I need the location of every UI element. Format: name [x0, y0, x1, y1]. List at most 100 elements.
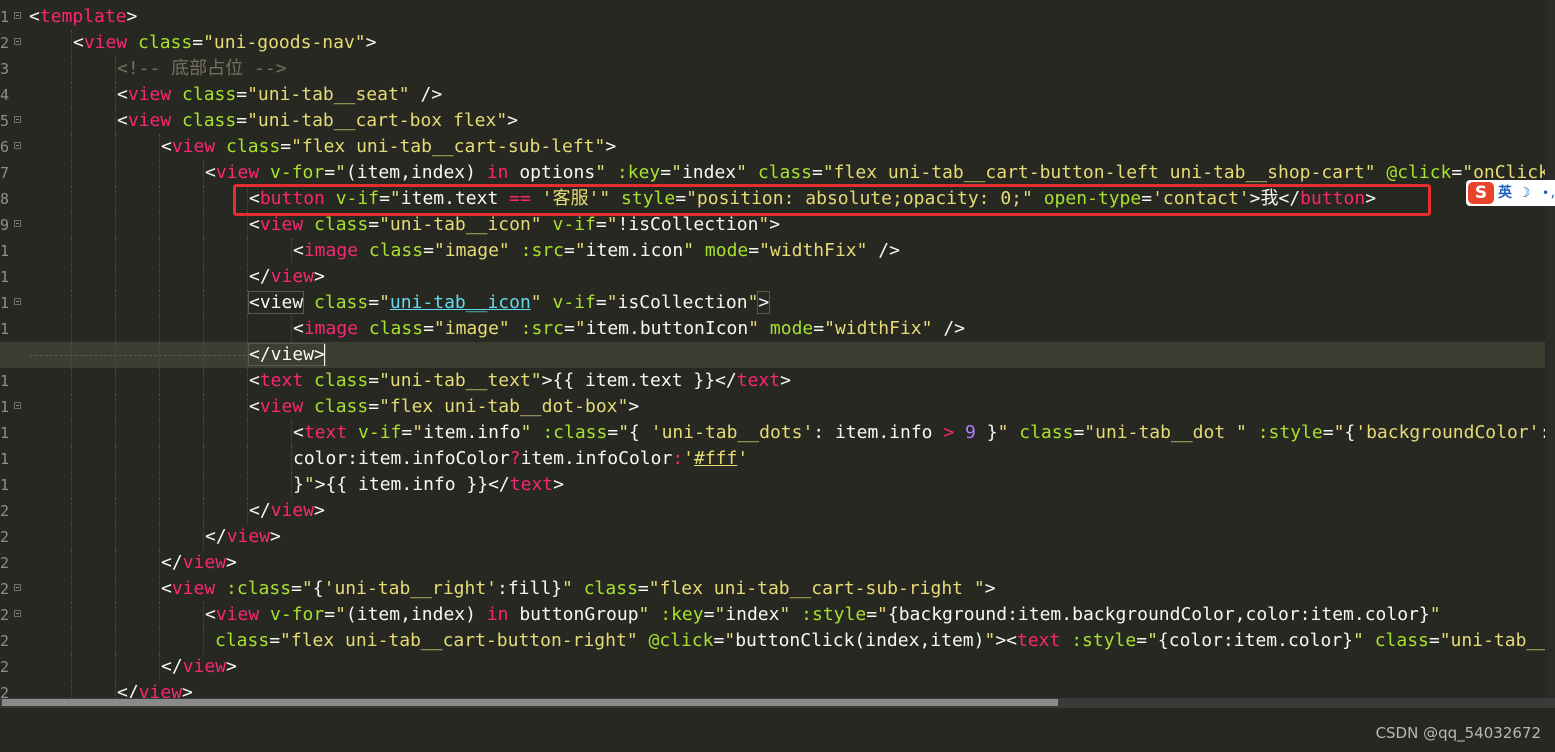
code-token: in	[486, 604, 509, 625]
code-token: "	[748, 318, 760, 339]
indent-guide	[115, 290, 116, 316]
code-line[interactable]: <!-- 底部占位 -->	[0, 56, 1545, 82]
code-line[interactable]: <view class="flex uni-tab__dot-box">	[0, 394, 1545, 420]
indent-guide	[115, 82, 116, 108]
indent-guide	[71, 680, 72, 698]
code-line[interactable]: <view class="uni-goods-nav">	[0, 30, 1545, 56]
code-line[interactable]: <text v-if="item.info" :class="{ 'uni-ta…	[0, 420, 1545, 446]
code-token: "flex uni-tab__dot-box"	[379, 396, 629, 417]
indent-guide	[247, 316, 248, 342]
code-line[interactable]: <view class="uni-tab__cart-box flex">	[0, 108, 1545, 134]
code-line[interactable]: </view>	[0, 264, 1545, 290]
code-token: class	[314, 370, 369, 391]
code-token: >	[769, 214, 781, 235]
code-token: </	[249, 500, 271, 521]
horizontal-scrollbar[interactable]	[0, 698, 1555, 708]
code-token: v-for	[270, 604, 325, 625]
code-text: <text class="uni-tab__text">{{ item.text…	[249, 368, 791, 394]
code-token: view	[182, 656, 227, 677]
code-token: =	[1428, 630, 1440, 651]
code-text: <image class="image" :src="item.buttonIc…	[293, 316, 965, 342]
code-token: v-if	[552, 292, 596, 313]
code-line[interactable]: </view>	[0, 498, 1545, 524]
code-token: =	[236, 84, 248, 105]
code-token: !isCollection	[617, 214, 759, 235]
code-token: =	[563, 318, 575, 339]
indent-guide	[203, 238, 204, 264]
code-line[interactable]: <view class="uni-tab__seat" />	[0, 82, 1545, 108]
indent-guide	[115, 394, 116, 420]
code-token: "	[562, 578, 573, 599]
code-token: <	[73, 32, 84, 53]
indent-guide	[115, 186, 116, 212]
code-line[interactable]: }">{{ item.info }}</text>	[0, 472, 1545, 498]
code-token: <	[1006, 630, 1017, 651]
indent-guide	[203, 316, 204, 342]
code-line[interactable]: <view v-for="(item,index) in buttonGroup…	[0, 602, 1545, 628]
code-line[interactable]: <view class="flex uni-tab__cart-sub-left…	[0, 134, 1545, 160]
code-line[interactable]: </view>	[0, 680, 1545, 698]
code-line[interactable]: <text class="uni-tab__text">{{ item.text…	[0, 368, 1545, 394]
code-token: v-for	[270, 162, 325, 183]
code-line[interactable]: </view>	[0, 550, 1545, 576]
indent-guide	[159, 316, 160, 342]
code-token: @click	[1386, 162, 1452, 183]
code-token: >	[995, 630, 1007, 651]
code-token: "	[1147, 630, 1158, 651]
punctuation-icon[interactable]: •,	[1542, 182, 1555, 204]
indent-guide	[71, 56, 72, 82]
indent-guide	[115, 368, 116, 394]
indent-guide	[115, 602, 116, 628]
code-line[interactable]: </view>	[0, 654, 1545, 680]
ime-language-toggle[interactable]: 英	[1498, 182, 1512, 204]
code-line[interactable]: <view class="uni-tab__icon" v-if="isColl…	[0, 290, 1545, 316]
indent-guide	[291, 316, 292, 342]
code-token: uni-tab__icon	[389, 292, 531, 313]
indent-guide	[159, 160, 160, 186]
code-token: <	[205, 604, 216, 625]
code-line[interactable]: color:item.infoColor?item.infoColor:'#ff…	[0, 446, 1545, 472]
code-token: =	[1322, 422, 1334, 443]
code-line[interactable]: <view :class="{'uni-tab__right':fill}" c…	[0, 576, 1545, 602]
code-line[interactable]: <image class="image" :src="item.buttonIc…	[0, 316, 1545, 342]
indent-guide	[159, 472, 160, 498]
moon-icon[interactable]: ☽	[1522, 182, 1530, 204]
code-token: class	[1019, 422, 1074, 443]
code-line[interactable]: <image class="image" :src="item.icon" mo…	[0, 238, 1545, 264]
code-line[interactable]: <template>	[0, 4, 1545, 30]
vertical-scrollbar[interactable]	[1547, 0, 1555, 698]
code-token: 'uni-tab__dots'	[650, 422, 814, 443]
horizontal-scrollbar-thumb[interactable]	[2, 699, 1058, 706]
code-token: =	[423, 240, 434, 261]
indent-guide	[159, 446, 160, 472]
code-token: class	[368, 240, 424, 261]
code-text: <view class="uni-tab__seat" />	[117, 82, 442, 108]
indent-guide	[71, 446, 72, 472]
code-token: class	[182, 84, 237, 105]
indent-guide	[71, 576, 72, 602]
code-token: :key	[660, 604, 704, 625]
code-token: "	[1353, 630, 1364, 651]
code-token: :	[672, 448, 684, 469]
indent-guide	[71, 160, 72, 186]
code-token: </view>	[248, 343, 326, 366]
indent-guide	[159, 498, 160, 524]
code-line[interactable]: <view v-for="(item,index) in options" :k…	[0, 160, 1545, 186]
code-token: ?	[509, 448, 521, 469]
code-line[interactable]: </view>	[0, 524, 1545, 550]
code-line[interactable]: class="flex uni-tab__cart-button-right" …	[0, 628, 1545, 654]
code-token: </	[161, 552, 183, 573]
code-token: {	[312, 578, 324, 599]
code-token: "	[520, 422, 532, 443]
ime-toolbar[interactable]: S 英 ☽ •,	[1466, 180, 1555, 206]
code-editor[interactable]: 1234567891011121314151617181920212223242…	[0, 0, 1555, 698]
sogou-logo-icon[interactable]: S	[1468, 182, 1494, 204]
